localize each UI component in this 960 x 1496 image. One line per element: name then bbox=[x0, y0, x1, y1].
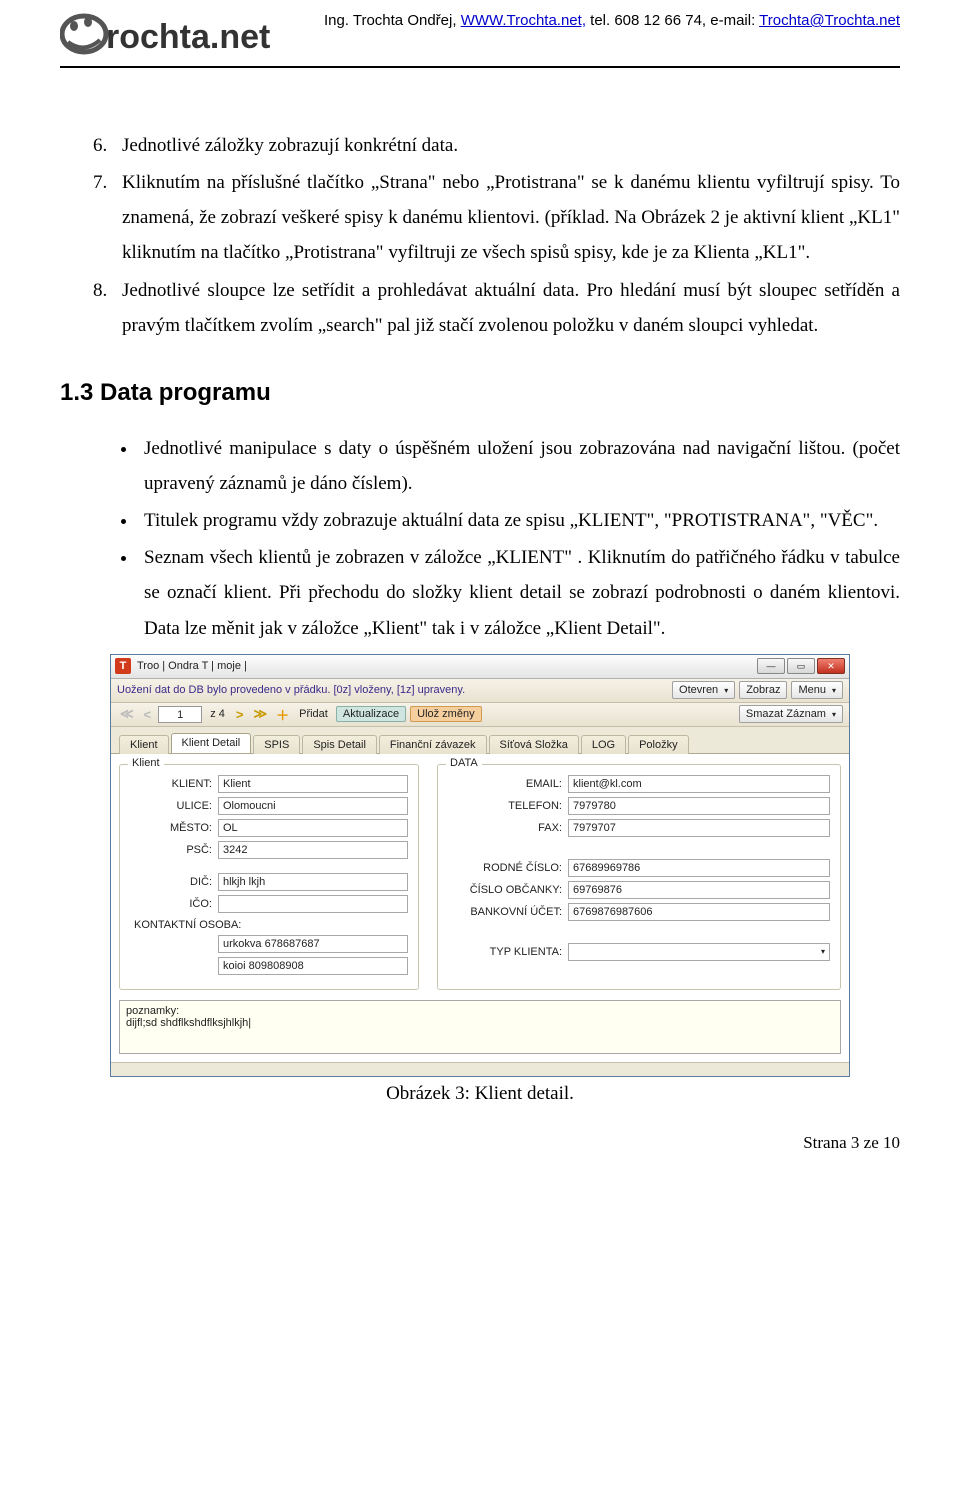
klient-input[interactable]: Klient bbox=[218, 775, 408, 793]
nav-bar: ≪ < 1 z 4 > ≫ ＋ Přidat Aktualizace Ulož … bbox=[111, 703, 849, 727]
page-total: z 4 bbox=[206, 708, 229, 720]
tab-klient-detail[interactable]: Klient Detail bbox=[171, 733, 252, 753]
smazat-button[interactable]: Smazat Záznam▾ bbox=[739, 705, 843, 723]
list-item: Jednotlivé manipulace s daty o úspěšném … bbox=[138, 431, 900, 501]
ico-input[interactable] bbox=[218, 895, 408, 913]
tab-spis[interactable]: SPIS bbox=[253, 735, 300, 754]
rc-label: RODNÉ ČÍSLO: bbox=[448, 862, 568, 874]
list-item: Jednotlivé záložky zobrazují konkrétní d… bbox=[112, 128, 900, 163]
form-area: Klient KLIENT:Klient ULICE:Olomoucni MĚS… bbox=[111, 754, 849, 1062]
tab-log[interactable]: LOG bbox=[581, 735, 626, 754]
pridat-button[interactable]: Přidat bbox=[295, 708, 332, 720]
kontakt-label: KONTAKTNÍ OSOBA: bbox=[134, 919, 408, 931]
ulice-input[interactable]: Olomoucni bbox=[218, 797, 408, 815]
fax-input[interactable]: 7979707 bbox=[568, 819, 830, 837]
figure-caption: Obrázek 3: Klient detail. bbox=[60, 1083, 900, 1105]
co-label: ČÍSLO OBČANKY: bbox=[448, 884, 568, 896]
menu-button[interactable]: Menu▾ bbox=[791, 681, 843, 699]
kontakt-input-2[interactable]: koioi 809808908 bbox=[218, 957, 408, 975]
page-footer: Strana 3 ze 10 bbox=[60, 1133, 900, 1153]
telefon-label: TELEFON: bbox=[448, 800, 568, 812]
nav-next-icon[interactable]: > bbox=[233, 707, 247, 722]
header-www-link[interactable]: WWW.Trochta.net, bbox=[461, 12, 586, 29]
logo: rochta.net bbox=[60, 8, 320, 64]
typ-combo[interactable]: ▾ bbox=[568, 943, 830, 961]
nav-first-icon[interactable]: ≪ bbox=[117, 706, 137, 722]
list-item: Jednotlivé sloupce lze setřídit a prohle… bbox=[112, 273, 900, 343]
app-screenshot: T Troo | Ondra T | moje | — ▭ ✕ Uožení d… bbox=[110, 654, 850, 1077]
list-item: Titulek programu vždy zobrazuje aktuální… bbox=[138, 503, 900, 538]
tab-sitova[interactable]: Síťová Složka bbox=[489, 735, 579, 754]
status-bar: Uožení dat do DB bylo provedeno v přádku… bbox=[111, 679, 849, 703]
nav-prev-icon[interactable]: < bbox=[141, 707, 155, 722]
fieldset-data: DATA EMAIL:klient@kl.com TELEFON:7979780… bbox=[437, 764, 841, 990]
status-combo[interactable]: Otevren▾ bbox=[672, 681, 735, 699]
window-title: Troo | Ondra T | moje | bbox=[137, 660, 757, 672]
header-contact: Ing. Trochta Ondřej, WWW.Trochta.net, te… bbox=[320, 8, 900, 29]
tab-strip: Klient Klient Detail SPIS Spis Detail Fi… bbox=[111, 727, 849, 754]
close-button[interactable]: ✕ bbox=[817, 658, 845, 674]
uloz-button[interactable]: Ulož změny bbox=[410, 706, 481, 722]
email-label: EMAIL: bbox=[448, 778, 568, 790]
nav-last-icon[interactable]: ≫ bbox=[250, 706, 270, 722]
list-item: Kliknutím na příslušné tlačítko „Strana"… bbox=[112, 165, 900, 270]
status-message: Uožení dat do DB bylo provedeno v přádku… bbox=[117, 684, 668, 696]
list-item: Seznam všech klientů je zobrazen v zálož… bbox=[138, 540, 900, 645]
dic-label: DIČ: bbox=[130, 876, 218, 888]
legend-klient: Klient bbox=[128, 757, 164, 769]
notes-textarea[interactable]: poznamky: dijfl;sd shdflkshdflksjhlkjh| bbox=[119, 1000, 841, 1054]
notes-value: dijfl;sd shdflkshdflksjhlkjh| bbox=[126, 1017, 834, 1029]
psc-label: PSČ: bbox=[130, 844, 218, 856]
tab-spis-detail[interactable]: Spis Detail bbox=[302, 735, 377, 754]
fax-label: FAX: bbox=[448, 822, 568, 834]
kontakt-input-1[interactable]: urkokva 678687687 bbox=[218, 935, 408, 953]
notes-label: poznamky: bbox=[126, 1005, 834, 1017]
bu-label: BANKOVNÍ ÚČET: bbox=[448, 906, 568, 918]
legend-data: DATA bbox=[446, 757, 482, 769]
ico-label: IČO: bbox=[130, 898, 218, 910]
typ-label: TYP KLIENTA: bbox=[448, 946, 568, 958]
email-input[interactable]: klient@kl.com bbox=[568, 775, 830, 793]
app-icon: T bbox=[115, 658, 131, 674]
section-heading: 1.3 Data programu bbox=[60, 379, 900, 407]
fieldset-klient: Klient KLIENT:Klient ULICE:Olomoucni MĚS… bbox=[119, 764, 419, 990]
window-titlebar: T Troo | Ondra T | moje | — ▭ ✕ bbox=[111, 655, 849, 679]
telefon-input[interactable]: 7979780 bbox=[568, 797, 830, 815]
page-header: rochta.net Ing. Trochta Ondřej, WWW.Troc… bbox=[60, 0, 900, 68]
minimize-button[interactable]: — bbox=[757, 658, 785, 674]
co-input[interactable]: 69769876 bbox=[568, 881, 830, 899]
header-email-link[interactable]: Trochta@Trochta.net bbox=[759, 12, 900, 29]
aktualizace-button[interactable]: Aktualizace bbox=[336, 706, 406, 722]
psc-input[interactable]: 3242 bbox=[218, 841, 408, 859]
tab-polozky[interactable]: Položky bbox=[628, 735, 689, 754]
tab-financni[interactable]: Finanční závazek bbox=[379, 735, 487, 754]
page-input[interactable]: 1 bbox=[158, 706, 202, 723]
mesto-input[interactable]: OL bbox=[218, 819, 408, 837]
add-icon[interactable]: ＋ bbox=[274, 705, 291, 724]
rc-input[interactable]: 67689969786 bbox=[568, 859, 830, 877]
maximize-button[interactable]: ▭ bbox=[787, 658, 815, 674]
mesto-label: MĚSTO: bbox=[130, 822, 218, 834]
svg-text:rochta.net: rochta.net bbox=[106, 18, 270, 56]
tab-klient[interactable]: Klient bbox=[119, 735, 169, 754]
numbered-list: Jednotlivé záložky zobrazují konkrétní d… bbox=[60, 128, 900, 343]
ulice-label: ULICE: bbox=[130, 800, 218, 812]
klient-label: KLIENT: bbox=[130, 778, 218, 790]
dic-input[interactable]: hlkjh lkjh bbox=[218, 873, 408, 891]
bu-input[interactable]: 6769876987606 bbox=[568, 903, 830, 921]
bullet-list: Jednotlivé manipulace s daty o úspěšném … bbox=[60, 431, 900, 646]
zobraz-button[interactable]: Zobraz bbox=[739, 681, 787, 699]
